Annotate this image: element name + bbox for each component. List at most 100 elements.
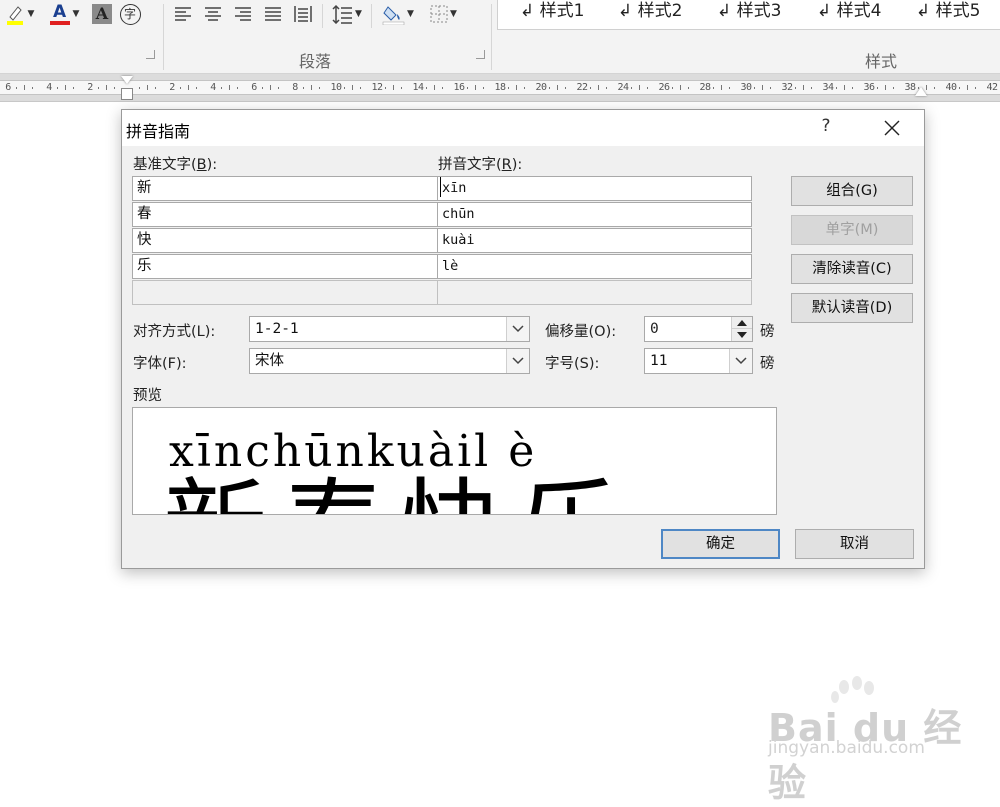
cancel-button[interactable]: 取消: [795, 529, 914, 559]
ruler-tick: [524, 87, 525, 89]
distributed-button[interactable]: [290, 2, 316, 26]
size-select[interactable]: 11: [644, 348, 753, 374]
default-reading-button[interactable]: 默认读音(D): [791, 293, 913, 323]
font-dropdown-arrow[interactable]: [506, 349, 529, 373]
pinyin-text-accesskey: R: [501, 157, 512, 173]
ruler-tick: [180, 87, 181, 89]
horizontal-ruler[interactable]: 6 4 2 2 4 6 8 10 12 14 16 18 20 22 24 26 28 30 32 34 36 38 40 4…: [0, 74, 1000, 102]
ruler-tick: [73, 87, 74, 89]
ruler-tick: [311, 85, 312, 90]
size-value: 11: [650, 353, 668, 369]
pinyin-text-field-3[interactable]: kuài: [437, 228, 752, 253]
close-button[interactable]: [878, 114, 906, 142]
align-right-button[interactable]: [230, 2, 256, 26]
ruler-tick: [811, 87, 812, 89]
chevron-down-icon: [512, 325, 524, 333]
offset-unit: 磅: [760, 324, 775, 340]
ruler-tick: [508, 87, 509, 89]
distributed-icon: [294, 6, 312, 22]
ruler-tick: [352, 85, 353, 90]
highlight-button[interactable]: ▼: [2, 2, 36, 26]
offset-increment[interactable]: [732, 317, 752, 329]
ruler-tick: [196, 87, 197, 89]
ruler-tick: [106, 85, 107, 90]
line-spacing-icon: [332, 4, 353, 24]
group-divider: [163, 4, 164, 70]
base-text-field-3[interactable]: 快: [132, 228, 438, 253]
alignment-dropdown-arrow[interactable]: [506, 317, 529, 341]
borders-button[interactable]: ▼: [424, 2, 462, 26]
shading-button[interactable]: ▼: [378, 2, 418, 26]
base-text-field-4[interactable]: 乐: [132, 254, 438, 279]
ruler-tick: [16, 87, 17, 89]
font-dialog-launcher[interactable]: [146, 50, 155, 59]
ruler-tick: [631, 87, 632, 89]
ruler-tick: [57, 87, 58, 89]
enclose-char-button[interactable]: 字: [118, 2, 142, 26]
ruler-tick: [188, 85, 189, 90]
dialog-titlebar[interactable]: 拼音指南 ?: [122, 110, 924, 146]
first-line-indent-marker[interactable]: [121, 76, 133, 84]
base-text-field-2[interactable]: 春: [132, 202, 438, 227]
font-color-swatch: [49, 21, 70, 25]
right-indent-marker[interactable]: [915, 87, 927, 96]
ok-button[interactable]: 确定: [661, 529, 780, 559]
pinyin-text-label-text: 拼音文字(: [438, 157, 502, 173]
font-color-button[interactable]: A ▼: [44, 2, 84, 26]
divider: [322, 4, 323, 28]
help-button[interactable]: ?: [816, 116, 836, 140]
justify-button[interactable]: [260, 2, 286, 26]
pinyin-text-field-1[interactable]: xīn: [437, 176, 752, 201]
mono-button[interactable]: 单字(M): [791, 215, 913, 245]
style-item-1[interactable]: ↲ 样式1: [520, 0, 584, 28]
ruler-tick: [795, 87, 796, 89]
justify-icon: [265, 7, 281, 21]
ruler-tick: [647, 87, 648, 89]
ruler-tick: [852, 87, 853, 89]
text-caret: [440, 177, 441, 197]
chevron-down-icon: ▼: [407, 9, 414, 19]
group-button[interactable]: 组合(G): [791, 176, 913, 206]
ruler-tick: [688, 87, 689, 89]
left-indent-marker[interactable]: [121, 88, 133, 100]
offset-decrement[interactable]: [732, 329, 752, 341]
offset-label: 偏移量(O):: [545, 324, 617, 340]
size-dropdown-arrow[interactable]: [729, 349, 752, 373]
style-item-5[interactable]: ↲ 样式5: [916, 0, 980, 28]
ruler-tick: [885, 85, 886, 90]
clear-reading-button[interactable]: 清除读音(C): [791, 254, 913, 284]
font-color-icon: A: [49, 3, 71, 25]
line-spacing-button[interactable]: ▼: [328, 2, 366, 26]
offset-spinner[interactable]: 0: [644, 316, 753, 342]
ruler-tick: [147, 85, 148, 90]
preview-label: 预览: [133, 388, 162, 404]
ruler-tick: [434, 85, 435, 90]
ruler-tick: [319, 87, 320, 89]
font-label: 字体(F):: [133, 356, 187, 372]
pinyin-text-field-2[interactable]: chūn: [437, 202, 752, 227]
align-right-icon: [235, 7, 251, 21]
chevron-down-icon: ▼: [27, 9, 35, 19]
base-text-field-1[interactable]: 新: [132, 176, 438, 201]
alignment-label: 对齐方式(L):: [133, 324, 216, 340]
alignment-value: 1-2-1: [255, 321, 299, 337]
paragraph-group-label: 段落: [299, 52, 332, 71]
ruler-tick: [770, 87, 771, 89]
align-center-button[interactable]: [200, 2, 226, 26]
char-shading-button[interactable]: A: [90, 2, 114, 26]
ruler-tick: [672, 87, 673, 89]
font-select[interactable]: 宋体: [249, 348, 530, 374]
align-left-button[interactable]: [170, 2, 196, 26]
alignment-select[interactable]: 1-2-1: [249, 316, 530, 342]
style-item-3[interactable]: ↲ 样式3: [717, 0, 781, 28]
ruler-tick: [516, 85, 517, 90]
base-text-label-text: 基准文字(: [133, 157, 197, 173]
style-item-4[interactable]: ↲ 样式4: [817, 0, 881, 28]
ribbon: ▼ A ▼ A 字 ▼ ▼ ▼ 段落 ↲ 样式1 ↲ 样式2 ↲ 样式3 ↲ 样…: [0, 0, 1000, 74]
pinyin-text-field-4[interactable]: lè: [437, 254, 752, 279]
style-item-2[interactable]: ↲ 样式2: [618, 0, 682, 28]
borders-icon: [430, 5, 448, 23]
base-text-label-tail: ):: [206, 157, 218, 173]
paragraph-dialog-launcher[interactable]: [476, 50, 485, 59]
preview-box: xīnchūnkuàil è 新春快乐: [132, 407, 777, 515]
